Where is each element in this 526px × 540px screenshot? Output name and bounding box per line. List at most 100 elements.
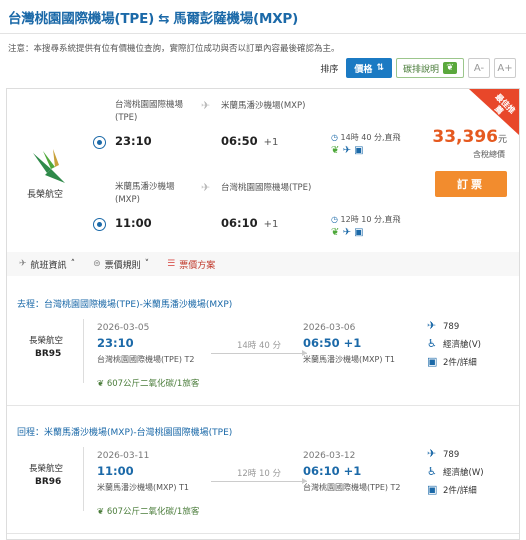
- outbound-arr-time: 06:50 +1: [303, 336, 362, 350]
- plane-icon: ✈: [427, 447, 437, 460]
- destination-title: 馬爾彭薩機場(MXP): [173, 11, 299, 27]
- duration-arrow: [211, 350, 307, 356]
- inbound-leg-duration: 12時 10 分: [236, 469, 282, 479]
- inbound-duration-text: 12時 10 分,直飛: [340, 215, 401, 224]
- plane-icon: ✈: [427, 319, 437, 332]
- leaf-icon: ❦: [97, 507, 105, 517]
- outbound-from-name: 台灣桃園國際機場: [115, 100, 184, 110]
- route-header: 台灣桃園國際機場(TPE) ⇆ 馬爾彭薩機場(MXP): [0, 0, 526, 34]
- outbound-dep-date: 2026-03-05: [97, 323, 150, 333]
- baggage-icon: ▣: [427, 483, 438, 496]
- baggage-icon: ▣: [354, 145, 364, 156]
- font-decrease-button[interactable]: A-: [468, 58, 490, 78]
- inbound-airline: 長榮航空: [29, 464, 64, 474]
- flight-result-card: 長榮航空 台灣桃園國際機場 (TPE) ✈ 米蘭馬潘沙機場(MXP) 23:10…: [6, 88, 520, 540]
- seat-icon: ♿: [427, 465, 437, 478]
- outbound-duration: ◷ 14時 40 分,直飛: [331, 132, 401, 143]
- font-increase-button[interactable]: A+: [494, 58, 516, 78]
- inbound-baggage[interactable]: ▣ 2件/詳細: [427, 483, 477, 496]
- outbound-aircraft-text: 789: [443, 322, 460, 332]
- price-area: 最佳推薦 33,396元 含稅總價 訂票: [411, 89, 519, 219]
- outbound-detail: 長榮航空 BR95 2026-03-05 23:10 台灣桃園國際機場(TPE)…: [7, 319, 519, 419]
- inbound-dep-time: 11:00: [97, 464, 134, 478]
- inbound-arr-airport: 台灣桃園國際機場(TPE) T2: [303, 483, 401, 492]
- inbound-cabin-text: 經濟艙(W): [443, 468, 484, 478]
- inbound-carbon: ❦ 607公斤二氧化碳/1旅客: [97, 505, 199, 517]
- total-price: 33,396元: [432, 127, 507, 147]
- airline-name: 長榮航空: [27, 190, 64, 200]
- notice-text: 注意：本搜尋系統提供有位有價機位查詢，實際訂位成功與否以訂單內容最後確認為主。: [8, 44, 340, 54]
- tab-fare-plan[interactable]: ☰ 票價方案: [167, 258, 215, 271]
- inbound-arr-date: 2026-03-12: [303, 451, 356, 461]
- inbound-radio[interactable]: [93, 218, 106, 231]
- sort-bar: 排序 價格 ⇅ 碳排說明 ❦ A- A+: [0, 54, 526, 82]
- tab-fare-rules-label: 票價規則: [104, 260, 141, 271]
- swap-icon[interactable]: ⇆: [158, 11, 169, 27]
- airline-logo-icon: [33, 149, 65, 183]
- flight-summary: 長榮航空 台灣桃園國際機場 (TPE) ✈ 米蘭馬潘沙機場(MXP) 23:10…: [7, 89, 519, 249]
- section-separator: [7, 533, 519, 534]
- inbound-detail: 長榮航空 BR96 2026-03-11 11:00 米蘭馬潘沙機場(MXP) …: [7, 447, 519, 539]
- inbound-depart-time: 11:00: [115, 216, 152, 230]
- inbound-arrive-time: 06:10 +1: [221, 216, 278, 230]
- inbound-aircraft: ✈ 789: [427, 447, 459, 460]
- ticket-icon: ⊜: [93, 259, 101, 269]
- inbound-feature-icons: ❦ ✈ ▣: [331, 227, 364, 238]
- outbound-arr-airport: 米蘭馬潘沙機場(MXP) T1: [303, 355, 395, 364]
- inbound-from: 米蘭馬潘沙機場 (MXP): [115, 181, 175, 207]
- outbound-dep-time: 23:10: [97, 336, 134, 350]
- divider: [83, 447, 84, 511]
- outbound-from-code: (TPE): [115, 113, 138, 123]
- inbound-dep-date: 2026-03-11: [97, 451, 150, 461]
- inbound-from-code: (MXP): [115, 195, 140, 205]
- carbon-info-button[interactable]: 碳排說明 ❦: [395, 58, 464, 78]
- outbound-heading: 去程：台灣桃園國際機場(TPE)-米蘭馬潘沙機場(MXP): [17, 300, 233, 310]
- book-button[interactable]: 訂票: [435, 171, 507, 197]
- tab-fare-plan-label: 票價方案: [179, 260, 216, 271]
- leaf-icon: ❦: [97, 379, 105, 389]
- inbound-arrive-value: 06:10: [221, 216, 258, 230]
- sort-price-button[interactable]: 價格 ⇅: [346, 58, 392, 78]
- plane-icon: ✈: [201, 181, 211, 194]
- inbound-to: 台灣桃園國際機場(TPE): [221, 183, 312, 193]
- outbound-day-offset: +1: [263, 137, 279, 148]
- outbound-depart-time: 23:10: [115, 134, 152, 148]
- outbound-baggage[interactable]: ▣ 2件/詳細: [427, 355, 477, 368]
- outbound-radio[interactable]: [93, 136, 106, 149]
- inbound-duration: ◷ 12時 10 分,直飛: [331, 214, 401, 225]
- sort-price-label: 價格: [354, 64, 373, 75]
- duration-arrow: [211, 478, 307, 484]
- tax-note: 含稅總價: [473, 150, 505, 159]
- carbon-info-label: 碳排說明: [402, 64, 439, 75]
- outbound-flight-number: BR95: [35, 349, 62, 359]
- inbound-heading: 回程：米蘭馬潘沙機場(MXP)-台灣桃園國際機場(TPE): [17, 428, 233, 438]
- outbound-arr-date: 2026-03-06: [303, 323, 356, 333]
- outbound-arrive-value: 06:50: [221, 134, 258, 148]
- sort-label: 排序: [320, 64, 339, 75]
- plane-icon: ✈: [342, 227, 351, 238]
- outbound-dep-airport: 台灣桃園國際機場(TPE) T2: [97, 355, 195, 364]
- price-value: 33,396: [432, 127, 498, 147]
- inbound-day-offset: +1: [263, 219, 279, 230]
- price-currency: 元: [497, 135, 507, 145]
- detail-tabs: ✈ 航班資訊 ˄ ⊜ 票價規則 ˅ ☰ 票價方案: [7, 252, 519, 276]
- tab-fare-rules[interactable]: ⊜ 票價規則 ˅: [93, 258, 149, 271]
- inbound-cabin: ♿ 經濟艙(W): [427, 465, 484, 478]
- outbound-aircraft: ✈ 789: [427, 319, 459, 332]
- inbound-baggage-text: 2件/詳細: [443, 486, 477, 496]
- inbound-aircraft-text: 789: [443, 450, 460, 460]
- plane-icon: ✈: [19, 259, 27, 269]
- leaf-icon: ❦: [331, 227, 340, 238]
- chevron-up-icon: ˄: [70, 259, 76, 269]
- clock-icon: ◷: [331, 215, 338, 224]
- tab-flight-info[interactable]: ✈ 航班資訊 ˄: [19, 258, 75, 271]
- divider: [83, 319, 84, 383]
- leaf-icon: ❦: [331, 145, 340, 156]
- origin-title: 台灣桃園國際機場(TPE): [8, 11, 155, 27]
- outbound-leg: 台灣桃園國際機場 (TPE) ✈ 米蘭馬潘沙機場(MXP) 23:10 06:5…: [91, 99, 401, 169]
- route-title: 台灣桃園國際機場(TPE) ⇆ 馬爾彭薩機場(MXP): [8, 11, 298, 27]
- inbound-from-name: 米蘭馬潘沙機場: [115, 182, 175, 192]
- inbound-arr-time: 06:10 +1: [303, 464, 362, 478]
- outbound-baggage-text: 2件/詳細: [443, 358, 477, 368]
- baggage-icon: ▣: [354, 227, 364, 238]
